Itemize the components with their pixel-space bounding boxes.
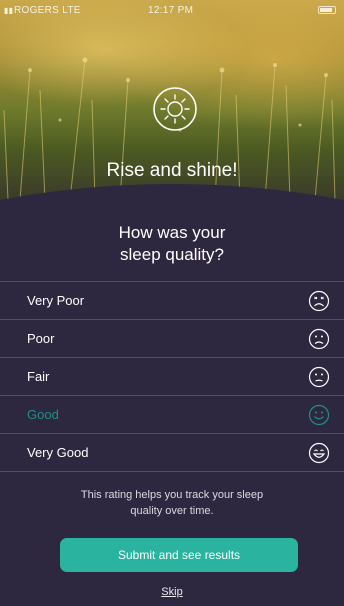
header-curve [0, 184, 344, 208]
option-label: Good [27, 407, 59, 422]
hero-header: ▮▮ ROGERS LTE 12:17 PM Rise and shine! [0, 0, 344, 200]
very-happy-face-icon [308, 442, 330, 463]
option-label: Fair [27, 369, 50, 384]
carrier-label: ROGERS LTE [14, 5, 81, 16]
helper-text: This rating helps you track your sleep q… [80, 489, 264, 517]
battery-icon [318, 6, 336, 14]
question-line-2: sleep quality? [120, 245, 224, 264]
skip-link[interactable]: Skip [0, 586, 344, 598]
happy-face-icon [308, 404, 330, 425]
neutral-face-icon [308, 366, 330, 387]
status-bar: ▮▮ ROGERS LTE 12:17 PM [0, 0, 344, 20]
very-sad-face-icon [308, 290, 330, 311]
sad-face-icon [308, 328, 330, 349]
status-time: 12:17 PM [148, 5, 194, 16]
option-fair[interactable]: Fair [0, 358, 344, 396]
option-label: Poor [27, 331, 55, 346]
option-poor[interactable]: Poor [0, 320, 344, 358]
sun-icon [153, 87, 197, 131]
signal-icon: ▮▮ [4, 6, 14, 15]
question-heading: How was your sleep quality? [0, 222, 344, 266]
submit-button[interactable]: Submit and see results [60, 538, 298, 572]
option-good[interactable]: Good [0, 396, 344, 434]
option-label: Very Good [27, 445, 89, 460]
question-line-1: How was your [118, 223, 226, 242]
option-label: Very Poor [27, 293, 85, 308]
rating-options: Very Poor Poor Fair Good Very Good [0, 281, 344, 472]
option-very-good[interactable]: Very Good [0, 434, 344, 472]
option-very-poor[interactable]: Very Poor [0, 282, 344, 320]
